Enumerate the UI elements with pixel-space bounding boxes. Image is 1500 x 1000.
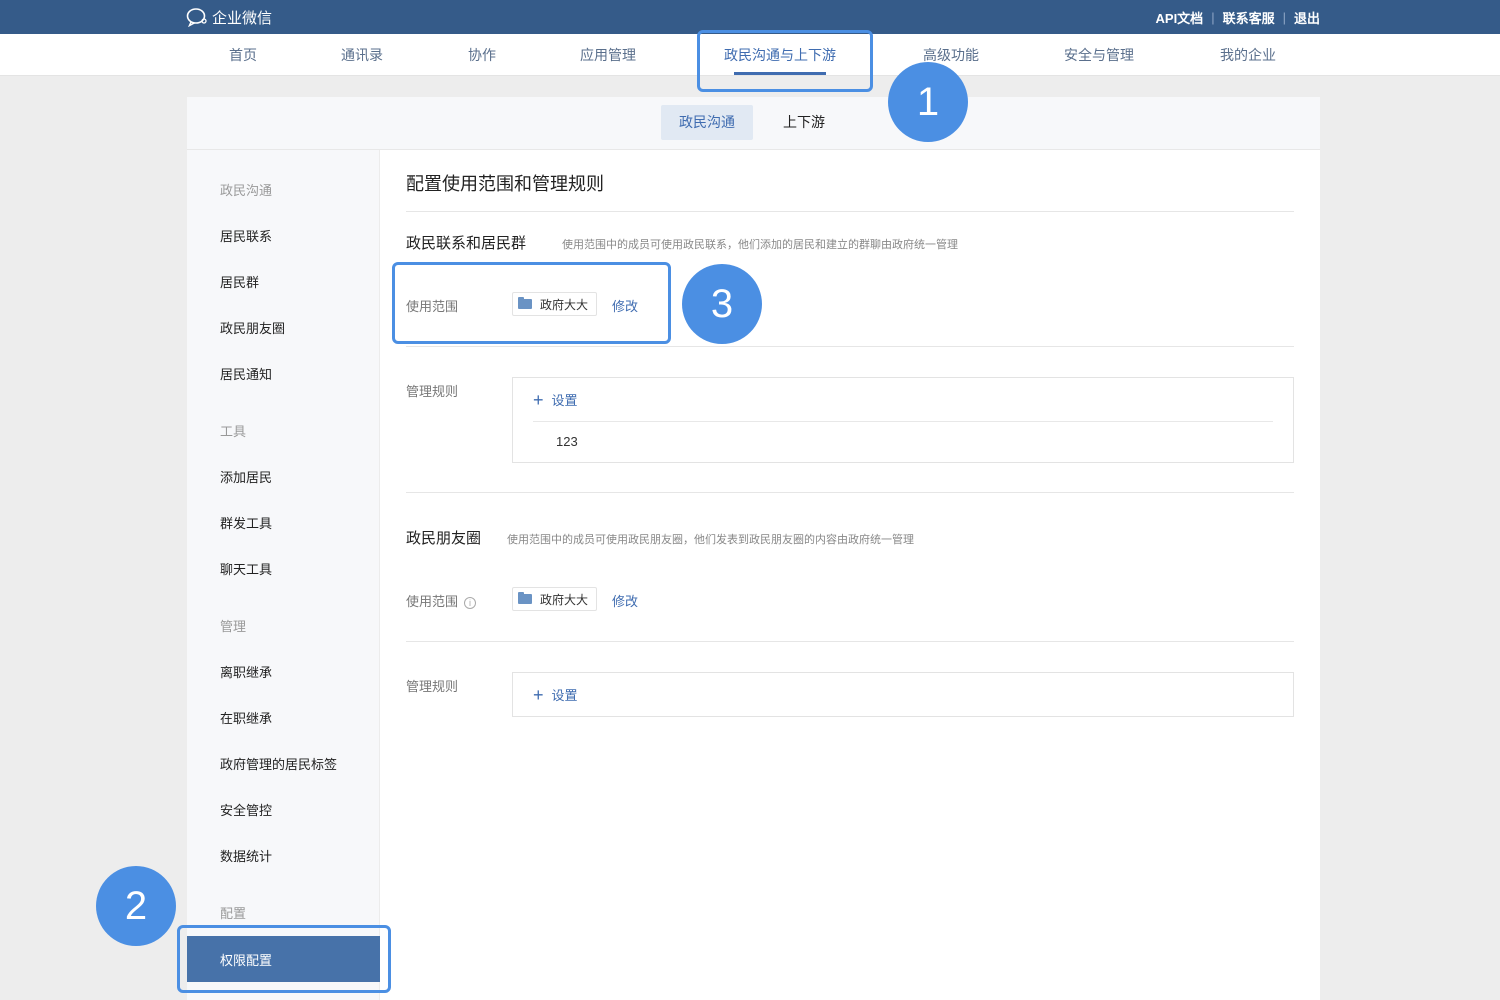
- sidebar-item-chat-tools[interactable]: 聊天工具: [220, 559, 272, 578]
- scope-tag-text: 政府大大: [540, 592, 589, 607]
- nav-home[interactable]: 首页: [229, 34, 257, 76]
- nav-security[interactable]: 安全与管理: [1064, 34, 1134, 76]
- rule-label: 管理规则: [406, 679, 459, 694]
- add-rule-button[interactable]: + 设置: [533, 390, 578, 409]
- sidebar-item-broadcast[interactable]: 群发工具: [220, 513, 272, 532]
- step-badge-1: 1: [888, 62, 968, 142]
- logo[interactable]: 企业微信: [186, 6, 272, 28]
- divider: [406, 211, 1294, 212]
- top-links: API文档 | 联系客服 | 退出: [1156, 8, 1320, 27]
- section-description: 使用范围中的成员可使用政民朋友圈，他们发表到政民朋友圈的内容由政府统一管理: [507, 534, 914, 546]
- sidebar-item-moments[interactable]: 政民朋友圈: [220, 318, 285, 337]
- sidebar-item-statistics[interactable]: 数据统计: [220, 846, 272, 865]
- plus-icon: +: [533, 684, 544, 705]
- add-rule-label: 设置: [551, 393, 578, 408]
- divider: [406, 641, 1294, 642]
- section-title: 政民朋友圈: [406, 530, 482, 547]
- nav-contacts[interactable]: 通讯录: [341, 34, 383, 76]
- main-panel: 政民沟通 上下游 政民沟通 居民联系 居民群 政民朋友圈 居民通知 工具 添加居…: [187, 97, 1320, 1000]
- sub-tabs: 政民沟通 上下游: [187, 97, 1320, 150]
- scope-label-text: 使用范围: [406, 594, 459, 609]
- add-rule-label: 设置: [551, 688, 578, 703]
- sidebar-item-resident-notice[interactable]: 居民通知: [220, 364, 272, 383]
- scope-label: 使用范围 i: [406, 591, 477, 610]
- sidebar-item-resident-group[interactable]: 居民群: [220, 272, 259, 291]
- divider: [406, 346, 1294, 347]
- contact-support-link[interactable]: 联系客服: [1223, 8, 1275, 27]
- sidebar-heading: 配置: [220, 906, 247, 921]
- sidebar-item-resign-inherit[interactable]: 离职继承: [220, 662, 272, 681]
- highlight-box: [177, 925, 391, 993]
- rule-box: + 设置: [512, 672, 1294, 717]
- subtab-upstream-downstream[interactable]: 上下游: [765, 105, 843, 140]
- nav-collaboration[interactable]: 协作: [468, 34, 496, 76]
- sidebar-item-security-control[interactable]: 安全管控: [220, 800, 272, 819]
- subtab-gov-communication[interactable]: 政民沟通: [661, 105, 753, 140]
- api-docs-link[interactable]: API文档: [1156, 8, 1204, 27]
- highlight-box: [697, 30, 873, 92]
- sidebar-heading: 政民沟通: [220, 183, 273, 198]
- rule-box: + 设置 123: [512, 377, 1294, 463]
- highlight-box: [392, 262, 671, 344]
- info-icon[interactable]: i: [464, 596, 477, 609]
- step-badge-3: 3: [682, 264, 762, 344]
- sidebar-heading: 工具: [220, 424, 247, 439]
- nav-app-management[interactable]: 应用管理: [580, 34, 636, 76]
- divider: [406, 492, 1294, 493]
- sidebar-item-add-resident[interactable]: 添加居民: [220, 467, 272, 486]
- modify-scope-link[interactable]: 修改: [612, 591, 638, 610]
- step-badge-2: 2: [96, 866, 176, 946]
- sidebar-heading: 管理: [220, 619, 247, 634]
- sidebar-item-onjob-inherit[interactable]: 在职继承: [220, 708, 272, 727]
- divider: |: [1282, 10, 1286, 25]
- section-description: 使用范围中的成员可使用政民联系，他们添加的居民和建立的群聊由政府统一管理: [562, 239, 958, 251]
- folder-icon: [518, 592, 532, 604]
- plus-icon: +: [533, 389, 544, 410]
- scope-tag: 政府大大: [512, 587, 598, 611]
- add-rule-button[interactable]: + 设置: [533, 685, 578, 704]
- chat-bubble-icon: [186, 7, 208, 27]
- rule-value: 123: [556, 434, 578, 449]
- section-title: 政民联系和居民群: [406, 235, 527, 252]
- logout-link[interactable]: 退出: [1294, 8, 1320, 27]
- sidebar-item-resident-contact[interactable]: 居民联系: [220, 226, 272, 245]
- nav-my-enterprise[interactable]: 我的企业: [1220, 34, 1276, 76]
- page-title: 配置使用范围和管理规则: [406, 174, 604, 194]
- divider: [533, 421, 1273, 422]
- rule-label: 管理规则: [406, 384, 459, 399]
- top-bar: 企业微信 API文档 | 联系客服 | 退出: [0, 0, 1500, 34]
- sidebar-item-resident-tags[interactable]: 政府管理的居民标签: [220, 754, 337, 773]
- sidebar: 政民沟通 居民联系 居民群 政民朋友圈 居民通知 工具 添加居民 群发工具 聊天…: [187, 150, 380, 1000]
- logo-text: 企业微信: [212, 9, 273, 27]
- divider: |: [1211, 10, 1215, 25]
